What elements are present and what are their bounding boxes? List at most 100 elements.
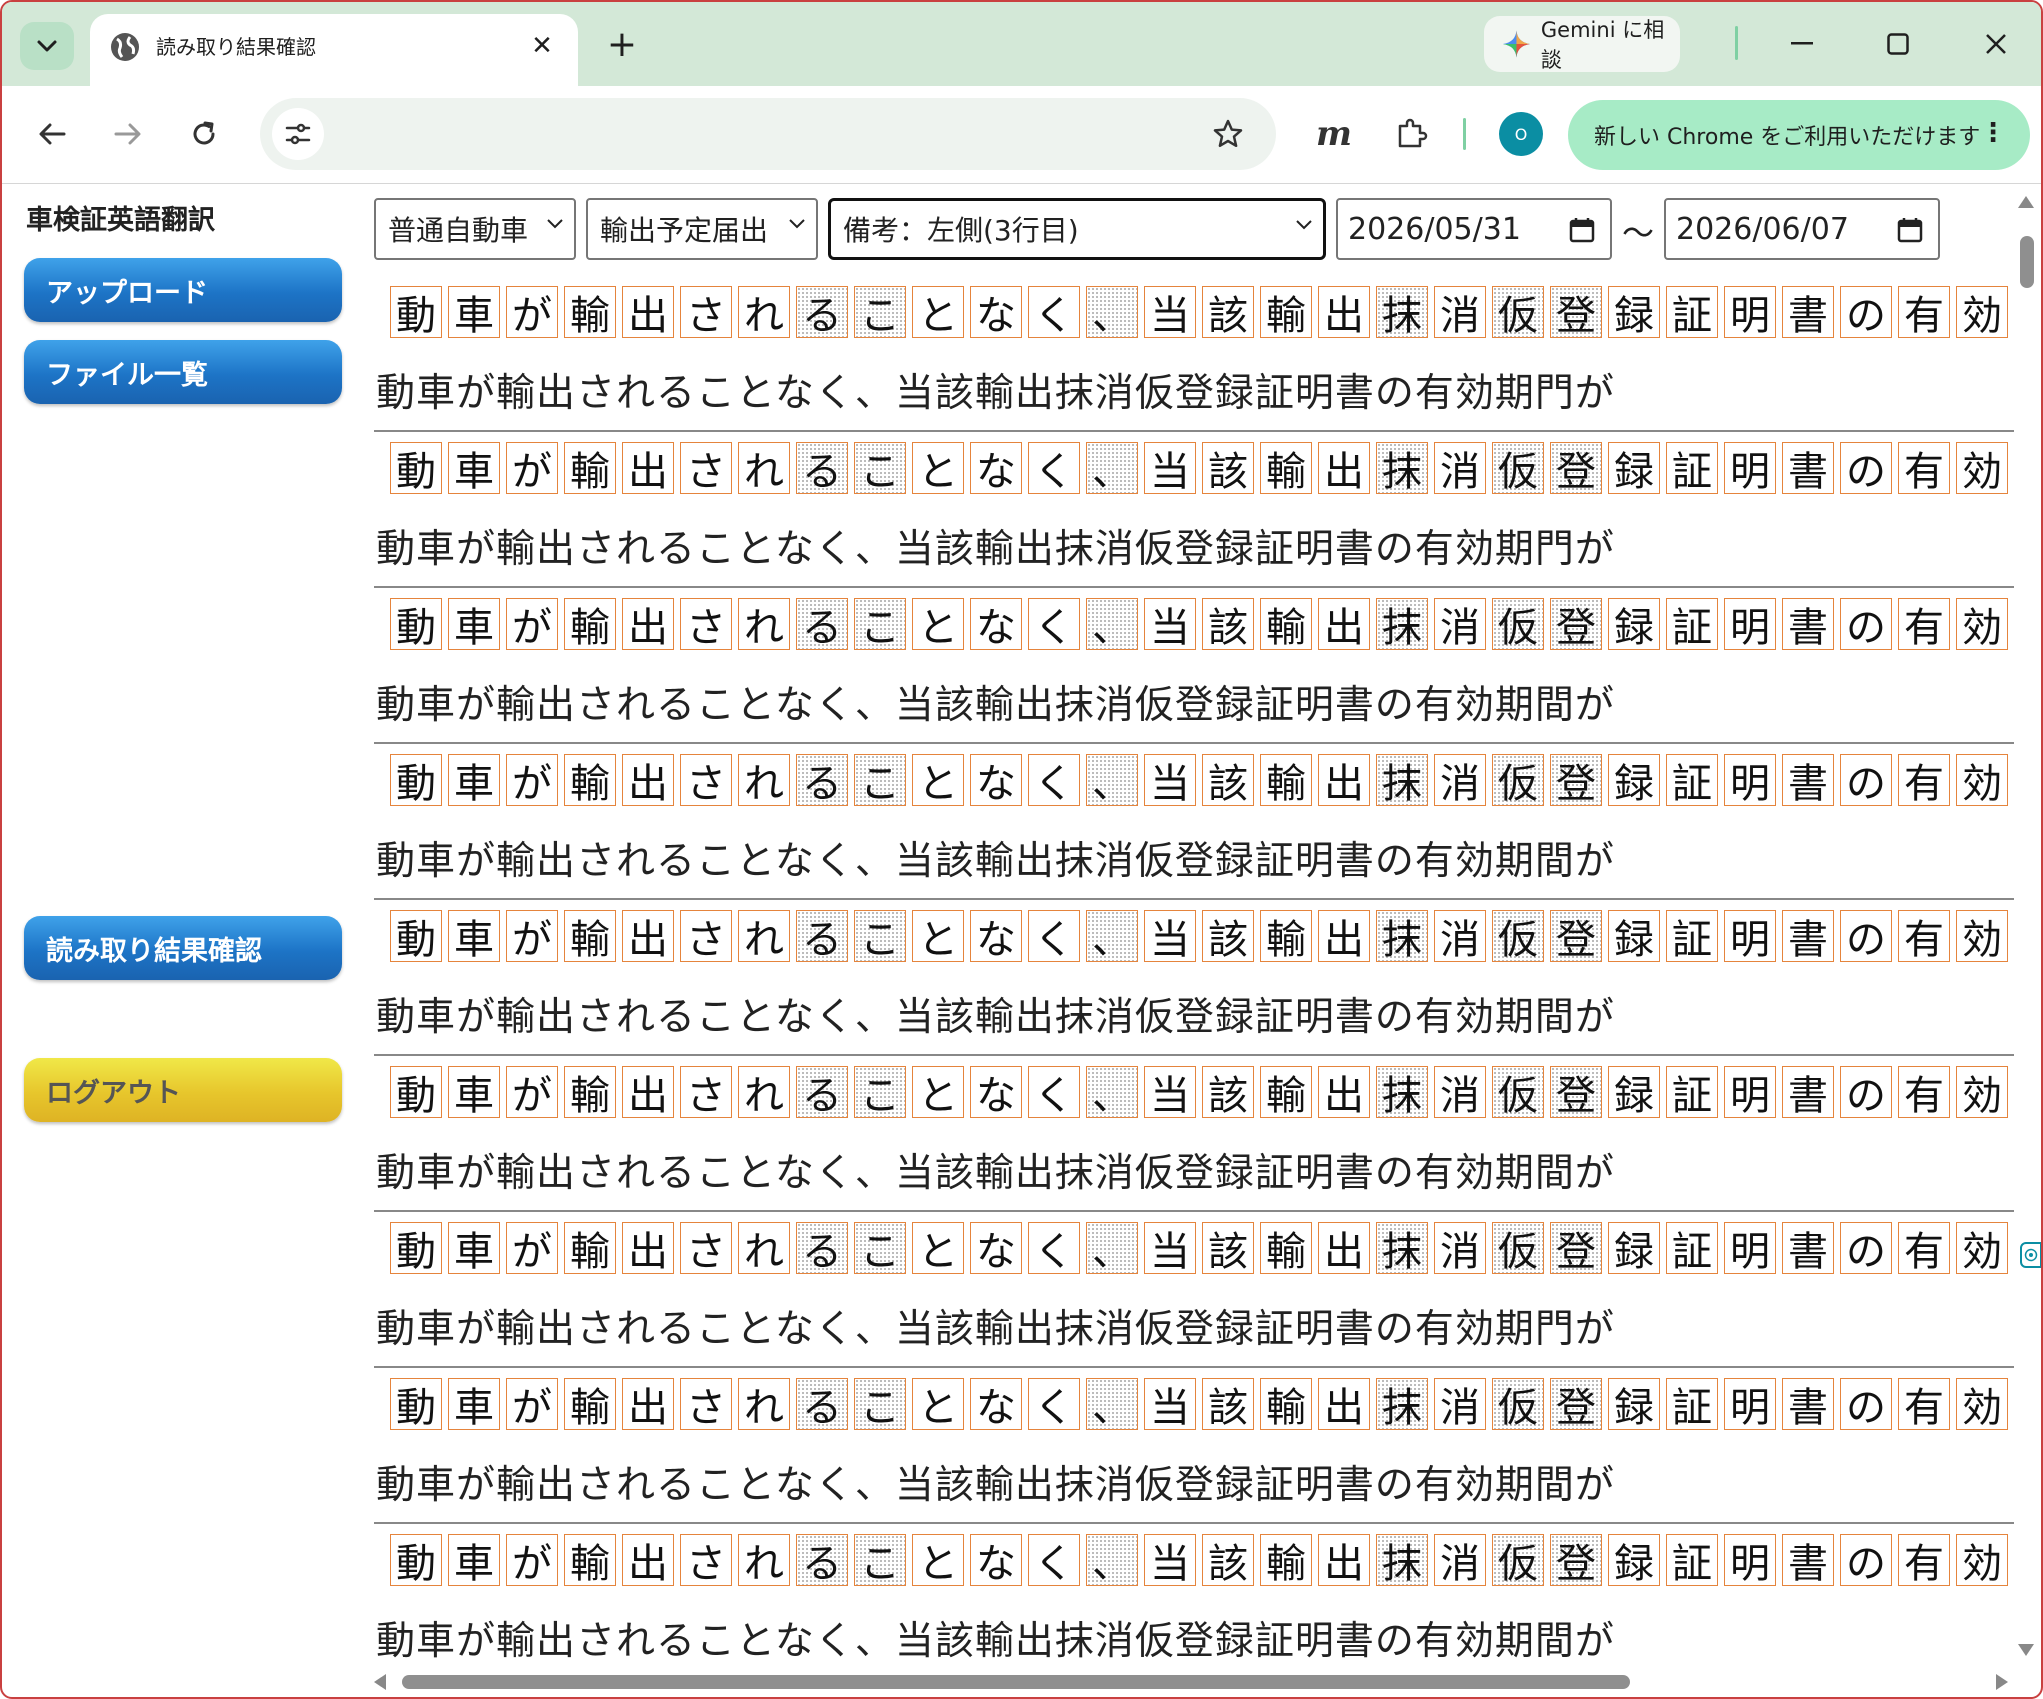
char-box: 仮 [1492,1534,1544,1587]
char-box: 仮 [1492,598,1544,651]
char-box: れ [738,286,790,339]
calendar-icon[interactable] [1896,216,1924,244]
more-vert-icon[interactable]: ⋮ [1980,118,2006,148]
char-box: 当 [1144,754,1196,807]
document-type-select[interactable]: 輸出予定届出 [586,198,818,260]
char-box: が [506,1222,558,1275]
scroll-thumb[interactable] [2020,236,2034,288]
char-box: 登 [1550,1534,1602,1587]
profile-avatar[interactable]: O [1499,112,1543,156]
char-box: 、 [1086,1066,1138,1119]
puzzle-icon [1398,118,1428,148]
minimize-icon [1791,42,1813,45]
extension-m-icon[interactable]: m [1310,110,1358,158]
char-box: 該 [1202,286,1254,339]
char-box: 書 [1782,1378,1834,1431]
char-box: 有 [1898,1534,1950,1587]
char-box: 動 [390,1066,442,1119]
reload-button[interactable] [180,110,228,158]
scroll-left-arrow[interactable] [374,1674,386,1690]
separator [1463,118,1466,150]
char-box: 録 [1608,1378,1660,1431]
star-icon [1213,119,1243,148]
char-box: 当 [1144,1066,1196,1119]
char-box: 車 [448,910,500,963]
vehicle-type-select[interactable]: 普通自動車 [374,198,576,260]
new-tab-button[interactable]: + [598,20,646,68]
char-box: く [1028,598,1080,651]
scanned-line-image: 動車が輸出されることなく、当該輸出抹消仮登録証明書の有効 [390,1066,2014,1122]
char-box: 出 [622,1534,674,1587]
scanned-line-image: 動車が輸出されることなく、当該輸出抹消仮登録証明書の有効 [390,754,2014,810]
forward-button[interactable] [104,110,152,158]
vertical-scrollbar[interactable] [2014,196,2038,1656]
char-box: な [970,598,1022,651]
calendar-icon[interactable] [1568,216,1596,244]
char-box: 書 [1782,286,1834,339]
scroll-right-arrow[interactable] [1996,1674,2008,1690]
minimize-button[interactable] [1772,20,1832,68]
char-box: さ [680,910,732,963]
char-box: 、 [1086,598,1138,651]
char-box: 輸 [564,754,616,807]
char-box: 輸 [1260,910,1312,963]
logout-button[interactable]: ログアウト [24,1058,342,1122]
scroll-thumb[interactable] [402,1675,1630,1689]
scroll-down-arrow[interactable] [2018,1644,2034,1656]
address-bar[interactable] [260,98,1276,170]
char-box: さ [680,442,732,495]
char-box: 該 [1202,1534,1254,1587]
char-box: れ [738,910,790,963]
site-info-button[interactable] [272,108,324,160]
char-box: が [506,442,558,495]
gemini-label: Gemini に相談 [1540,18,1665,72]
char-box: 抹 [1376,754,1428,807]
chrome-update-button[interactable]: 新しい Chrome をご利用いただけます ⋮ [1568,100,2030,170]
back-button[interactable] [28,110,76,158]
date-from-input[interactable]: 2026/05/31 [1336,198,1612,260]
close-tab-icon[interactable]: ✕ [522,26,562,66]
char-box: 輸 [1260,754,1312,807]
horizontal-scrollbar[interactable] [374,1672,2014,1692]
maximize-button[interactable] [1868,20,1928,68]
field-select[interactable]: 備考：左側(3行目) [828,198,1326,260]
char-box: 効 [1956,442,2008,495]
file-list-button[interactable]: ファイル一覧 [24,340,342,404]
char-box: 出 [622,286,674,339]
scroll-up-arrow[interactable] [2018,196,2034,208]
char-box: 明 [1724,1066,1776,1119]
tab-search-button[interactable] [20,22,74,70]
char-box: 車 [448,1222,500,1275]
char-box: る [796,1534,848,1587]
results-button[interactable]: 読み取り結果確認 [24,916,342,980]
char-box: く [1028,754,1080,807]
char-box: く [1028,1534,1080,1587]
scanned-line-image: 動車が輸出されることなく、当該輸出抹消仮登録証明書の有効 [390,286,2014,342]
side-panel-icon[interactable] [2020,1242,2041,1268]
char-box: る [796,754,848,807]
char-box: 抹 [1376,286,1428,339]
char-box: な [970,754,1022,807]
char-box: 動 [390,598,442,651]
update-label: 新しい Chrome をご利用いただけます [1594,125,1981,150]
char-box: 出 [1318,286,1370,339]
gemini-button[interactable]: Gemini に相談 [1484,16,1680,72]
active-tab[interactable]: 読み取り結果確認 ✕ [90,14,578,86]
char-box: 輸 [1260,1222,1312,1275]
extensions-button[interactable] [1388,110,1436,158]
bookmark-button[interactable] [1206,112,1250,156]
char-box: 効 [1956,1066,2008,1119]
char-box: 出 [622,442,674,495]
char-box: 効 [1956,1534,2008,1587]
date-to-input[interactable]: 2026/06/07 [1664,198,1940,260]
upload-button[interactable]: アップロード [24,258,342,322]
char-box: 有 [1898,1222,1950,1275]
char-box: 仮 [1492,1066,1544,1119]
ocr-result-text: 動車が輸出されることなく、当該輸出抹消仮登録証明書の有効期門が [376,371,1615,416]
ocr-result-text: 動車が輸出されることなく、当該輸出抹消仮登録証明書の有効期門が [376,527,1615,572]
char-box: の [1840,754,1892,807]
char-box: 輸 [1260,286,1312,339]
char-box: が [506,598,558,651]
close-window-button[interactable] [1966,20,2026,68]
char-box: 該 [1202,442,1254,495]
